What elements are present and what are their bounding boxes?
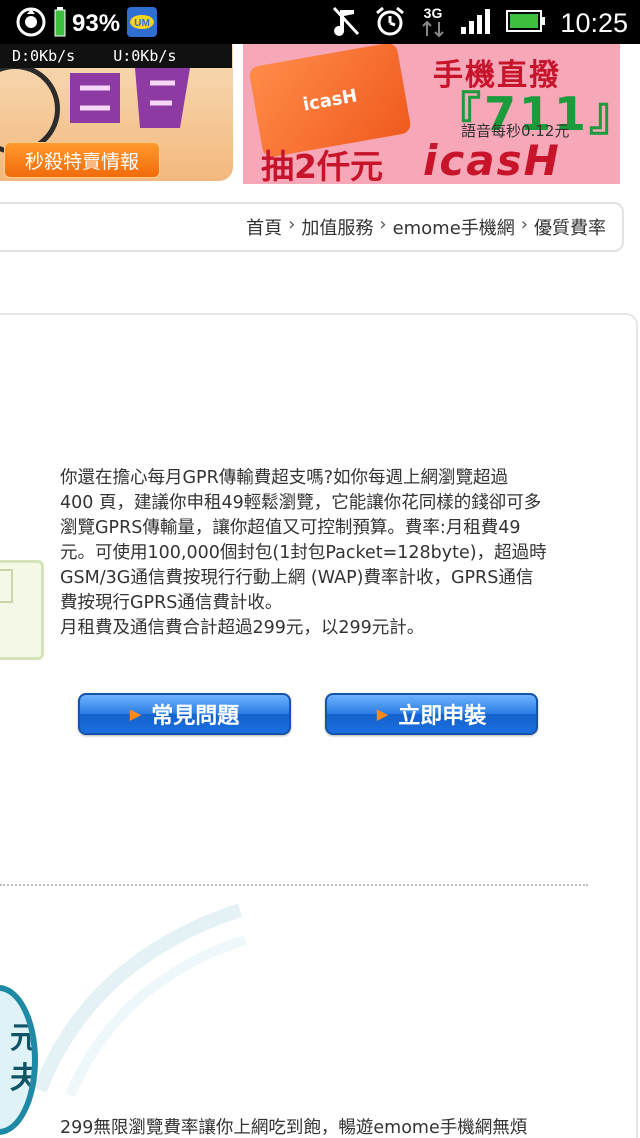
description-line: GSM/3G通信費按現行行動上網 (WAP)費率計收，GPRS通信 bbox=[60, 568, 534, 588]
ad-brand: icasH bbox=[423, 136, 561, 184]
network-3g-icon: 3G bbox=[420, 4, 446, 42]
flash-sale-button[interactable]: 秒殺特賣情報 bbox=[4, 142, 160, 178]
alarm-icon bbox=[374, 5, 406, 41]
side-illustration bbox=[0, 560, 44, 660]
breadcrumb-bar: 首頁 › 加值服務 › emome手機網 › 優質費率 bbox=[0, 202, 624, 252]
battery-icon bbox=[506, 9, 546, 37]
badge-text: 元 夫 bbox=[10, 1019, 38, 1099]
app-notification-icon: UM bbox=[126, 6, 158, 42]
status-right: 3G 10:25 bbox=[332, 4, 628, 42]
network-type-label: 3G bbox=[424, 5, 443, 21]
breadcrumb-separator: › bbox=[379, 214, 387, 235]
play-arrow-icon: ▶ bbox=[376, 705, 389, 723]
banner-graphic bbox=[60, 62, 200, 146]
page: 93% UM 3G 10:25 秒殺特賣情報 D:0Kb/s U:0Kb/s i… bbox=[0, 0, 640, 1138]
status-bar: 93% UM 3G 10:25 bbox=[0, 0, 640, 44]
apply-button-label: 立即申裝 bbox=[398, 704, 487, 729]
description-line: 你還在擔心每月GPR傳輸費超支嗎?如你每週上網瀏覽超過 bbox=[60, 468, 509, 488]
plan-description: 你還在擔心每月GPR傳輸費超支嗎?如你每週上網瀏覽超過 400 頁，建議你申租4… bbox=[60, 466, 590, 641]
battery-percent: 93% bbox=[72, 10, 121, 37]
breadcrumb-separator: › bbox=[520, 214, 528, 235]
network-speed-overlay: D:0Kb/s U:0Kb/s bbox=[0, 44, 232, 68]
signal-strength-icon bbox=[460, 7, 492, 39]
breadcrumb: 首頁 › 加值服務 › emome手機網 › 優質費率 bbox=[246, 214, 606, 240]
play-arrow-icon: ▶ bbox=[129, 705, 142, 723]
faq-button-label: 常見問題 bbox=[151, 704, 240, 729]
upload-speed: U:0Kb/s bbox=[113, 47, 177, 65]
breadcrumb-separator: › bbox=[288, 214, 296, 235]
status-left: 93% UM bbox=[14, 5, 158, 43]
apply-now-button[interactable]: ▶ 立即申裝 bbox=[325, 693, 538, 735]
promo-banner-icash[interactable]: icasH 手機直撥 『711』 語音每秒0.12元 抽2仟元 icasH bbox=[243, 44, 620, 184]
clock: 10:25 bbox=[560, 7, 628, 38]
sync-icon bbox=[14, 5, 48, 43]
download-speed: D:0Kb/s bbox=[12, 47, 76, 65]
ad-prize: 抽2仟元 bbox=[261, 147, 383, 184]
badge-char: 夫 bbox=[10, 1061, 38, 1096]
svg-text:UM: UM bbox=[134, 18, 150, 29]
description-line: 月租費及通信費合計超過299元，以299元計。 bbox=[60, 618, 425, 638]
description-line: 400 頁，建議你申租49輕鬆瀏覽，它能讓你花同樣的錢卻可多 bbox=[60, 493, 542, 513]
dotted-divider bbox=[0, 884, 588, 886]
breadcrumb-home[interactable]: 首頁 bbox=[246, 214, 282, 240]
crosshair-graphic bbox=[0, 64, 60, 154]
unlimited-plan-text: 299無限瀏覽費率讓你上網吃到飽，暢遊emome手機網無煩 bbox=[60, 1118, 528, 1138]
breadcrumb-value-added[interactable]: 加值服務 bbox=[301, 214, 373, 240]
swoosh-decoration bbox=[33, 903, 247, 1097]
mute-icon bbox=[332, 6, 360, 40]
description-line: 瀏覽GPRS傳輸量，讓你超值又可控制預算。費率:月租費49 bbox=[60, 518, 521, 538]
breadcrumb-current: 優質費率 bbox=[534, 218, 606, 239]
description-line: 元。可使用100,000個封包(1封包Packet=128byte)，超過時 bbox=[60, 543, 547, 563]
breadcrumb-emome[interactable]: emome手機網 bbox=[393, 214, 515, 240]
description-line: 費按現行GPRS通信費計收。 bbox=[60, 593, 283, 613]
faq-button[interactable]: ▶ 常見問題 bbox=[78, 693, 291, 735]
battery-level-icon bbox=[54, 7, 66, 41]
